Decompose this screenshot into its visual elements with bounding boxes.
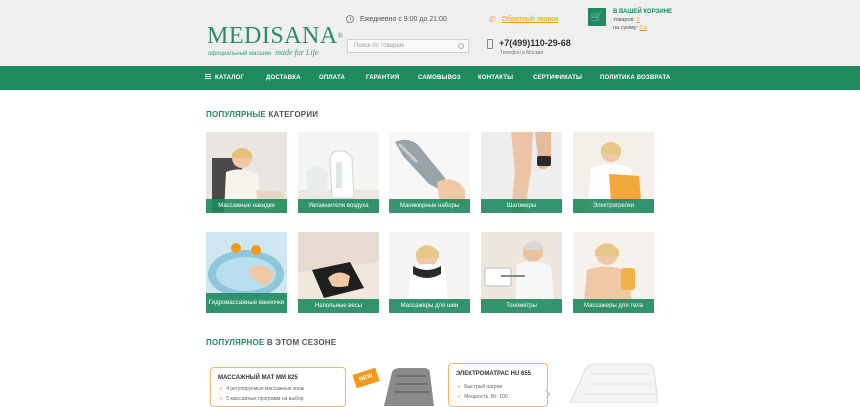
category-label: Напольные весы: [298, 299, 379, 313]
category-label: Массажные накидки: [206, 199, 287, 213]
category-label: Тонометры: [481, 299, 562, 313]
nav-contacts[interactable]: КОНТАКТЫ: [478, 75, 513, 81]
phone-block: +7(499)110-29-68 Телефон в Москве: [487, 38, 571, 56]
search-input[interactable]: Поиск по товарам: [347, 39, 469, 53]
category-card-pedometers[interactable]: Шагомеры: [481, 132, 562, 213]
cart-summary[interactable]: В ВАШЕЙ КОРЗИНЕ товаров: 0 на сумму: 0 р: [613, 8, 672, 32]
category-label: Массажеры для тела: [573, 299, 654, 313]
cart-sum-value: 0 р: [639, 25, 648, 31]
nav-warranty[interactable]: ГАРАНТИЯ: [366, 75, 399, 81]
category-card-manicure-sets[interactable]: Маникюрные наборы: [389, 132, 470, 213]
season-heading: ПОПУЛЯРНОЕ В ЭТОМ СЕЗОНЕ: [206, 338, 337, 347]
nav-payment[interactable]: ОПЛАТА: [319, 75, 345, 81]
category-card-body-massagers[interactable]: Массажеры для тела: [573, 232, 654, 313]
nav-catalog[interactable]: КАТАЛОГ: [205, 74, 244, 81]
nav-certificates[interactable]: СЕРТИФИКАТЫ: [533, 75, 582, 81]
callback-text[interactable]: Обратный звонок: [502, 16, 559, 23]
working-hours-text: Ежедневно с 9:00 до 21:00: [360, 15, 447, 23]
logo[interactable]: MEDISANA® официальный магазин made for Li…: [207, 23, 344, 57]
cart-sum-label: на сумму:: [613, 25, 638, 31]
clock-icon: [346, 15, 354, 23]
logo-subtitle: официальный магазин made for Life: [208, 48, 319, 57]
menu-icon: [205, 74, 211, 79]
phone-caption: Телефон в Москве: [500, 50, 544, 56]
mobile-phone-icon: [487, 39, 493, 49]
category-card-neck-massagers[interactable]: Массажеры для шеи: [389, 232, 470, 313]
search-placeholder: Поиск по товарам: [354, 43, 404, 49]
check-icon: ✔: [457, 384, 462, 390]
category-label: Гидромассажные ванночки: [206, 293, 287, 313]
cart-items-label: товаров:: [613, 17, 636, 23]
cart-title: В ВАШЕЙ КОРЗИНЕ: [613, 9, 673, 15]
main-nav: КАТАЛОГ ДОСТАВКА ОПЛАТА ГАРАНТИЯ САМОВЫВ…: [0, 66, 860, 90]
promo-feature: ✔ Быстрый нагрев: [457, 384, 503, 390]
working-hours: Ежедневно с 9:00 до 21:00: [346, 15, 447, 23]
category-card-massage-capes[interactable]: Массажные накидки: [206, 132, 287, 213]
check-icon: ✔: [219, 386, 224, 392]
header: MEDISANA® официальный магазин made for Li…: [0, 0, 860, 66]
cart-button[interactable]: 🛒: [588, 8, 606, 26]
promo-title: ЭЛЕКТРОМАТРАС HU 655: [456, 371, 532, 377]
category-card-blood-pressure-monitors[interactable]: Тонометры: [481, 232, 562, 313]
logo-wordmark: MEDISANA®: [207, 23, 344, 49]
phone-icon: ✆: [489, 15, 496, 24]
category-label: Шагомеры: [481, 199, 562, 213]
nav-delivery[interactable]: ДОСТАВКА: [266, 75, 301, 81]
electric-mattress-image: [569, 363, 658, 403]
new-badge: NEW: [352, 367, 380, 389]
promo-feature: ✔ 4 регулируемые массажные зоны: [219, 386, 305, 392]
category-card-floor-scales[interactable]: Напольные весы: [298, 232, 379, 313]
cart-items-count: 0: [636, 17, 640, 23]
promo-feature: ✔ 5 массажных программ на выбор: [219, 396, 304, 402]
callback-link[interactable]: ✆ Обратный звонок: [489, 15, 558, 24]
promo-title: МАССАЖНЫЙ МАТ MM 825: [218, 375, 298, 381]
cart-icon: 🛒: [590, 11, 604, 23]
nav-return-policy[interactable]: ПОЛИТИКА ВОЗВРАТА: [600, 75, 670, 81]
phone-number[interactable]: +7(499)110-29-68: [487, 38, 571, 48]
category-card-humidifiers[interactable]: Увлажнители воздуха: [298, 132, 379, 213]
category-card-heating-pads[interactable]: Электрогрелки: [573, 132, 654, 213]
category-label: Электрогрелки: [573, 199, 654, 213]
nav-pickup[interactable]: САМОВЫВОЗ: [418, 75, 461, 81]
massage-mat-image: [384, 368, 434, 406]
promo-card-electric-mattress[interactable]: ЭЛЕКТРОМАТРАС HU 655 ✔ Быстрый нагрев ✔ Мо…: [448, 363, 548, 407]
check-icon: ✔: [457, 394, 462, 400]
promo-card-massage-mat[interactable]: МАССАЖНЫЙ МАТ MM 825 ✔ 4 регулируемые мас…: [210, 367, 346, 407]
category-card-foot-spas[interactable]: Гидромассажные ванночки: [206, 232, 287, 313]
promo-feature: ✔ Мощность, Вт: 100: [457, 394, 508, 400]
categories-heading: ПОПУЛЯРНЫЕ КАТЕГОРИИ: [206, 110, 319, 119]
search-icon[interactable]: [458, 43, 464, 49]
chevron-right-icon: ›: [544, 380, 552, 405]
category-label: Маникюрные наборы: [389, 199, 470, 213]
check-icon: ✔: [219, 396, 224, 402]
category-label: Массажеры для шеи: [389, 299, 470, 313]
category-label: Увлажнители воздуха: [298, 199, 379, 213]
